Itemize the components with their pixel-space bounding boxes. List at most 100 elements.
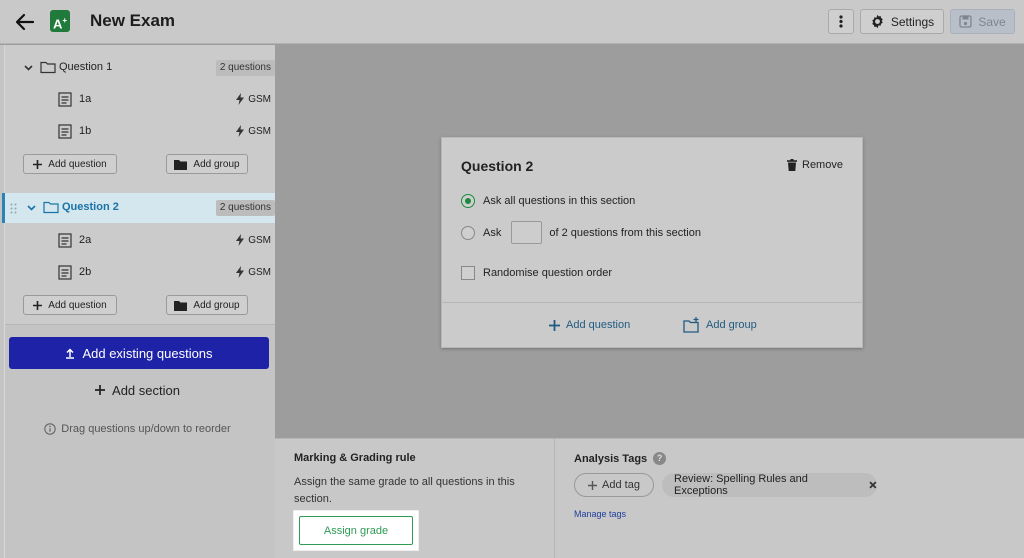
- document-icon: [58, 233, 72, 248]
- page-title: New Exam: [90, 11, 176, 30]
- section-row-question-1[interactable]: Question 1 2 questions: [5, 53, 275, 83]
- ask-label: Ask: [483, 226, 502, 239]
- question-row-2a[interactable]: 2a GSM: [5, 226, 275, 256]
- lightning-icon: [236, 93, 245, 105]
- add-group-button[interactable]: Add group: [166, 295, 248, 315]
- question-row-2b[interactable]: 2b GSM: [5, 258, 275, 288]
- assign-grade-button[interactable]: Assign grade: [299, 516, 413, 545]
- plus-icon: [588, 480, 598, 490]
- chevron-down-icon[interactable]: [26, 202, 37, 213]
- analysis-tags-label: Analysis Tags: [574, 452, 648, 465]
- question-row-1b[interactable]: 1b GSM: [5, 117, 275, 147]
- add-section-label: Add section: [112, 382, 180, 398]
- grading-tag: GSM: [236, 266, 271, 278]
- section-tree: Question 1 2 questions 1a GSM 1b GSM Add…: [2, 45, 275, 325]
- grading-tag-label: GSM: [248, 125, 271, 137]
- add-existing-label: Add existing questions: [82, 345, 213, 361]
- reorder-hint-text: Drag questions up/down to reorder: [61, 423, 231, 435]
- add-question-label: Add question: [48, 158, 107, 170]
- lightning-icon: [236, 234, 245, 246]
- question-name: 1a: [79, 93, 92, 105]
- card-add-group-button[interactable]: Add group: [683, 317, 757, 333]
- folder-filled-icon: [174, 159, 188, 170]
- section-footer-panel: Marking & Grading rule Assign the same g…: [275, 438, 1024, 558]
- question-count-badge: 2 questions: [215, 60, 275, 76]
- document-icon: [58, 92, 72, 107]
- save-button[interactable]: Save: [950, 9, 1015, 34]
- plus-icon: [95, 385, 106, 395]
- ask-count-input[interactable]: [511, 221, 543, 244]
- analysis-tags-title: Analysis Tags ?: [574, 452, 667, 465]
- ask-suffix-label: of 2 questions from this section: [549, 226, 701, 239]
- tag-chip: Review: Spelling Rules and Exceptions: [662, 473, 877, 497]
- section-row-question-2[interactable]: Question 2 2 questions: [2, 193, 275, 223]
- add-section-button[interactable]: Add section: [0, 380, 275, 400]
- remove-section-button[interactable]: Remove: [787, 159, 843, 171]
- assign-grade-highlight: Assign grade: [293, 510, 419, 551]
- document-icon: [58, 124, 72, 139]
- marking-title: Marking & Grading rule: [294, 452, 416, 464]
- plus-icon: [549, 319, 560, 331]
- settings-button[interactable]: Settings: [860, 9, 944, 34]
- section-settings-card: Question 2 Remove Ask all questions in t…: [441, 137, 863, 348]
- ask-count-radio[interactable]: [461, 225, 475, 240]
- gear-icon: [872, 14, 883, 29]
- reorder-hint: Drag questions up/down to reorder: [0, 423, 275, 435]
- question-count-badge: 2 questions: [215, 200, 275, 216]
- add-question-button[interactable]: Add question: [23, 295, 117, 315]
- question-name: 2a: [79, 234, 92, 246]
- upload-icon: [66, 347, 75, 359]
- folder-filled-icon: [174, 300, 188, 311]
- plus-icon: [33, 159, 43, 169]
- remove-label: Remove: [802, 159, 843, 171]
- more-options-button[interactable]: [828, 9, 854, 34]
- add-tag-button[interactable]: Add tag: [574, 473, 654, 497]
- grading-tag-label: GSM: [248, 266, 271, 278]
- section-name: Question 2: [62, 201, 119, 213]
- question-row-1a[interactable]: 1a GSM: [5, 85, 275, 115]
- option-ask-all[interactable]: Ask all questions in this section: [461, 194, 635, 208]
- save-label: Save: [978, 14, 1006, 29]
- folder-icon: [40, 61, 56, 74]
- footer-divider: [554, 439, 555, 558]
- help-icon[interactable]: ?: [653, 452, 667, 465]
- card-add-question-button[interactable]: Add question: [549, 319, 630, 331]
- add-question-button[interactable]: Add question: [23, 154, 117, 174]
- add-group-label: Add group: [193, 299, 240, 311]
- card-add-question-label: Add question: [566, 319, 631, 331]
- randomise-label: Randomise question order: [483, 267, 613, 279]
- add-question-label: Add question: [48, 299, 107, 311]
- section-name: Question 1: [59, 61, 113, 73]
- option-randomise[interactable]: Randomise question order: [461, 266, 612, 280]
- settings-label: Settings: [890, 14, 935, 29]
- add-group-label: Add group: [193, 158, 240, 170]
- grading-tag: GSM: [236, 125, 271, 137]
- chevron-down-icon[interactable]: [23, 62, 34, 73]
- save-icon: [959, 15, 972, 28]
- randomise-checkbox[interactable]: [461, 266, 475, 280]
- add-existing-questions-button[interactable]: Add existing questions: [9, 337, 269, 369]
- grading-tag: GSM: [236, 93, 271, 105]
- grading-tag-label: GSM: [248, 93, 271, 105]
- drag-handle-icon[interactable]: [10, 203, 18, 214]
- card-divider: [442, 302, 862, 303]
- option-ask-count[interactable]: Ask of 2 questions from this section: [461, 221, 701, 244]
- ask-all-radio[interactable]: [461, 194, 475, 208]
- lightning-icon: [236, 266, 245, 278]
- trash-icon: [787, 159, 797, 171]
- top-bar: A+ New Exam Settings Save: [0, 0, 1024, 44]
- back-arrow-icon[interactable]: [14, 11, 36, 33]
- card-add-group-label: Add group: [706, 319, 757, 331]
- grading-tag: GSM: [236, 234, 271, 246]
- card-title: Question 2: [461, 158, 534, 174]
- question-name: 1b: [79, 125, 92, 137]
- kebab-icon: [839, 15, 843, 28]
- add-tag-label: Add tag: [602, 479, 640, 491]
- close-icon[interactable]: [869, 481, 877, 489]
- question-name: 2b: [79, 266, 92, 278]
- plus-icon: [33, 300, 43, 310]
- manage-tags-link[interactable]: Manage tags: [574, 509, 626, 519]
- add-group-button[interactable]: Add group: [166, 154, 248, 174]
- app-logo: A+: [50, 10, 70, 32]
- grading-tag-label: GSM: [248, 234, 271, 246]
